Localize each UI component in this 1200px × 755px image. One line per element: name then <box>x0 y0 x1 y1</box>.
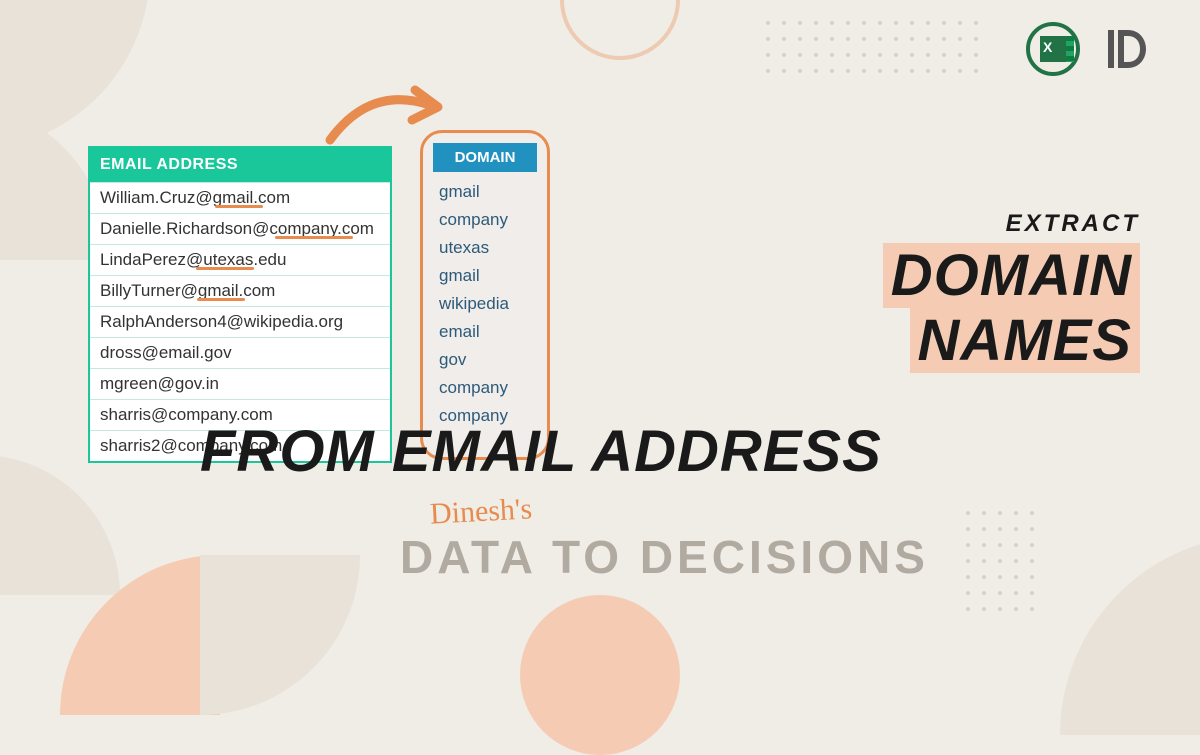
list-item: gmail <box>433 178 537 206</box>
list-item: company <box>433 206 537 234</box>
table-row: Danielle.Richardson@company.com <box>90 213 390 244</box>
table-row: dross@email.gov <box>90 337 390 368</box>
bg-shape <box>1060 535 1200 735</box>
email-table-header: EMAIL ADDRESS <box>90 148 390 182</box>
title-line2: NAMES <box>910 308 1140 373</box>
list-item: email <box>433 318 537 346</box>
table-row: LindaPerez@utexas.edu <box>90 244 390 275</box>
title-line1: DOMAIN <box>883 243 1140 308</box>
excel-icon <box>1026 22 1080 76</box>
bg-dots <box>760 15 980 85</box>
list-item: company <box>433 374 537 402</box>
table-row: RalphAnderson4@wikipedia.org <box>90 306 390 337</box>
highlight-underline <box>275 236 353 239</box>
domain-result-box: DOMAIN gmail company utexas gmail wikipe… <box>420 130 550 460</box>
title-line3: FROM EMAIL ADDRESS <box>200 418 882 485</box>
domain-table-header: DOMAIN <box>433 143 537 172</box>
list-item: utexas <box>433 234 537 262</box>
bg-circle <box>560 0 680 60</box>
list-item: gov <box>433 346 537 374</box>
subtitle-script: Dinesh's <box>429 492 533 531</box>
list-item: wikipedia <box>433 290 537 318</box>
highlight-underline <box>196 267 254 270</box>
bg-shape <box>520 595 680 755</box>
bg-dots <box>960 505 1040 615</box>
table-row: mgreen@gov.in <box>90 368 390 399</box>
title-small: EXTRACT <box>883 210 1140 238</box>
table-row: BillyTurner@gmail.com <box>90 275 390 306</box>
brand-d-icon <box>1098 22 1152 76</box>
table-row: William.Cruz@gmail.com <box>90 182 390 213</box>
list-item: gmail <box>433 262 537 290</box>
bg-shape <box>200 555 360 715</box>
bg-shape <box>0 455 120 595</box>
highlight-underline <box>215 205 263 208</box>
email-table: EMAIL ADDRESS William.Cruz@gmail.com Dan… <box>88 146 392 463</box>
title-block: EXTRACT DOMAIN NAMES <box>883 210 1140 374</box>
highlight-underline <box>197 298 245 301</box>
subtitle-main: DATA TO DECISIONS <box>400 530 929 584</box>
